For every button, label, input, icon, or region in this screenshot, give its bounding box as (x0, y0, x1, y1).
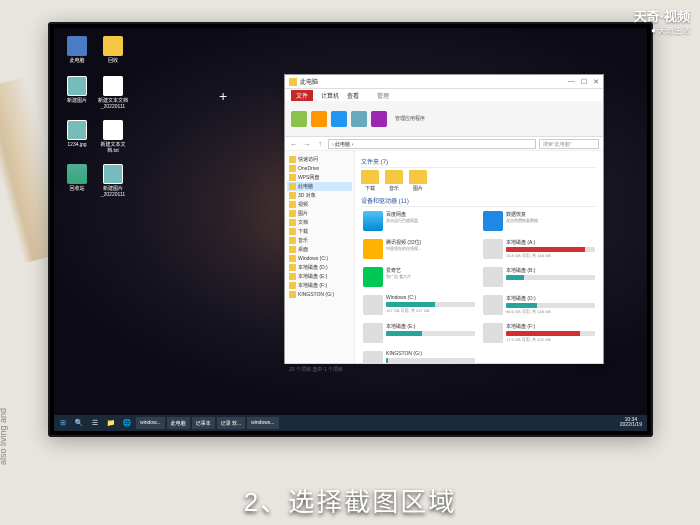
drive-item[interactable]: 百度网盘双击运行百度网盘 (361, 209, 477, 233)
taskbar-task[interactable]: window... (136, 417, 165, 429)
taskbar: ⊞ 🔍 ☰ 📁 🌐 window...此电脑记事本记录 软...windows.… (54, 415, 647, 431)
ribbon-tabs: 文件 计算机 查看 管理 (285, 89, 603, 101)
sidebar-item[interactable]: 图片 (287, 209, 352, 218)
maximize-button[interactable]: ☐ (581, 78, 587, 86)
taskbar-search-icon[interactable]: 🔍 (72, 417, 86, 429)
ribbon-settings-icon[interactable] (371, 111, 387, 127)
nav-forward-button[interactable]: → (302, 139, 312, 149)
nav-sidebar: 快速访问OneDriveWPS网盘此电脑3D 对象视频图片文档下载音乐桌面Win… (285, 151, 355, 363)
folder-item[interactable]: 音乐 (385, 170, 403, 192)
file-explorer-window[interactable]: 此电脑 — ☐ ✕ 文件 计算机 查看 管理 管理应用程序 ← → ↑ › 此电… (284, 74, 604, 364)
desktop-icon-thispc[interactable]: 此电脑 (62, 36, 92, 64)
desktop-icon-text[interactable]: 新建文本文档_20220111 (98, 76, 128, 110)
start-button[interactable]: ⊞ (56, 417, 70, 429)
ribbon-apps-label[interactable]: 管理应用程序 (395, 115, 425, 122)
ribbon-properties-icon[interactable] (291, 111, 307, 127)
drive-item[interactable]: Windows (C:)107 GB 可用, 共 237 GB (361, 293, 477, 317)
ribbon-media-icon[interactable] (351, 111, 367, 127)
video-caption: 2、选择截图区域 (0, 482, 700, 519)
monitor-frame: 此电脑 回收 新建图片 新建文本文档_20220111 1234.jpg 新建文… (48, 22, 653, 437)
close-button[interactable]: ✕ (593, 78, 599, 86)
tab-view[interactable]: 查看 (347, 91, 359, 100)
taskbar-task[interactable]: 记录 软... (217, 417, 246, 429)
sidebar-item[interactable]: 本地磁盘 (E:) (287, 272, 352, 281)
taskbar-task[interactable]: windows... (247, 417, 278, 429)
drive-item[interactable]: 本地磁盘 (D:)96.6 GB 可用, 共 148 GB (481, 293, 597, 317)
desktop-icon-img2[interactable]: 新建图片_20220111 (98, 164, 128, 198)
sidebar-item[interactable]: 下载 (287, 227, 352, 236)
drive-item[interactable]: 本地磁盘 (E:) (361, 321, 477, 345)
section-drives-title[interactable]: 设备和驱动器 (11) (361, 196, 597, 207)
taskbar-task[interactable]: 此电脑 (167, 417, 190, 429)
desktop-icon-image[interactable]: 新建图片 (62, 76, 92, 104)
search-input[interactable]: 搜索"此电脑" (539, 139, 599, 149)
drive-item[interactable]: 本地磁盘 (F:)17.5 GB 可用, 共 102 GB (481, 321, 597, 345)
drive-item[interactable]: 本地磁盘 (A:)15.8 GB 可用, 共 148 GB (481, 237, 597, 261)
sidebar-item[interactable]: Windows (C:) (287, 254, 352, 263)
desktop-screen[interactable]: 此电脑 回收 新建图片 新建文本文档_20220111 1234.jpg 新建文… (54, 28, 647, 431)
drive-item[interactable]: KINGSTON (G:)57.5 GB 可用, 共 57.6 GB (361, 349, 477, 363)
sidebar-item[interactable]: KINGSTON (G:) (287, 290, 352, 299)
sidebar-item[interactable]: 音乐 (287, 236, 352, 245)
book-spine-text: also living and (0, 408, 8, 465)
folder-item[interactable]: 下载 (361, 170, 379, 192)
taskbar-taskview-icon[interactable]: ☰ (88, 417, 102, 429)
drive-item[interactable]: 腾讯视频 (32位)中国领先的在线视... (361, 237, 477, 261)
sidebar-item[interactable]: WPS网盘 (287, 173, 352, 182)
ribbon-toolbar: 管理应用程序 (285, 101, 603, 137)
address-bar-row: ← → ↑ › 此电脑 › 搜索"此电脑" (285, 137, 603, 151)
desktop-icon-folder[interactable]: 回收 (98, 36, 128, 64)
tab-computer[interactable]: 计算机 (321, 91, 339, 100)
ribbon-network-icon[interactable] (331, 111, 347, 127)
sidebar-item[interactable]: 快速访问 (287, 155, 352, 164)
sidebar-item[interactable]: 本地磁盘 (F:) (287, 281, 352, 290)
nav-up-button[interactable]: ↑ (315, 139, 325, 149)
drive-item[interactable]: 数据恢复双击免费恢复数据 (481, 209, 597, 233)
ribbon-open-icon[interactable] (311, 111, 327, 127)
nav-back-button[interactable]: ← (289, 139, 299, 149)
sidebar-item[interactable]: 视频 (287, 200, 352, 209)
tab-manage[interactable]: 管理 (377, 91, 389, 100)
window-titlebar[interactable]: 此电脑 — ☐ ✕ (285, 75, 603, 89)
sidebar-item[interactable]: 3D 对象 (287, 191, 352, 200)
taskbar-clock[interactable]: 10:342022/1/19 (617, 418, 645, 429)
tab-file[interactable]: 文件 (291, 90, 313, 101)
sidebar-item[interactable]: OneDrive (287, 164, 352, 173)
status-bar: 20 个项目 选中 1 个项目 (285, 363, 603, 375)
drive-item[interactable]: 本地磁盘 (B:) (481, 265, 597, 289)
minimize-button[interactable]: — (568, 78, 575, 86)
video-watermark: 天奇·视频 ● 天奇生活 (634, 6, 690, 36)
taskbar-explorer-icon[interactable]: 📁 (104, 417, 118, 429)
taskbar-edge-icon[interactable]: 🌐 (120, 417, 134, 429)
crosshair-cursor: + (219, 88, 227, 104)
desktop-icon-txt[interactable]: 新建文本文档.txt (98, 120, 128, 154)
window-title: 此电脑 (300, 77, 318, 86)
sidebar-item[interactable]: 本地磁盘 (D:) (287, 263, 352, 272)
drive-item[interactable]: 爱奇艺免广告 看大片 (361, 265, 477, 289)
folder-icon (289, 78, 297, 86)
taskbar-task[interactable]: 记事本 (192, 417, 215, 429)
folder-item[interactable]: 图片 (409, 170, 427, 192)
sidebar-item[interactable]: 此电脑 (287, 182, 352, 191)
sidebar-item[interactable]: 文档 (287, 218, 352, 227)
address-path[interactable]: › 此电脑 › (328, 139, 536, 149)
desktop-icon-jpg[interactable]: 1234.jpg (62, 120, 92, 148)
sidebar-item[interactable]: 桌面 (287, 245, 352, 254)
section-folders-title[interactable]: 文件夹 (7) (361, 157, 597, 168)
desktop-icon-recycle[interactable]: 回收站 (62, 164, 92, 192)
main-content: 文件夹 (7) 下载音乐图片 设备和驱动器 (11) 百度网盘双击运行百度网盘数… (355, 151, 603, 363)
